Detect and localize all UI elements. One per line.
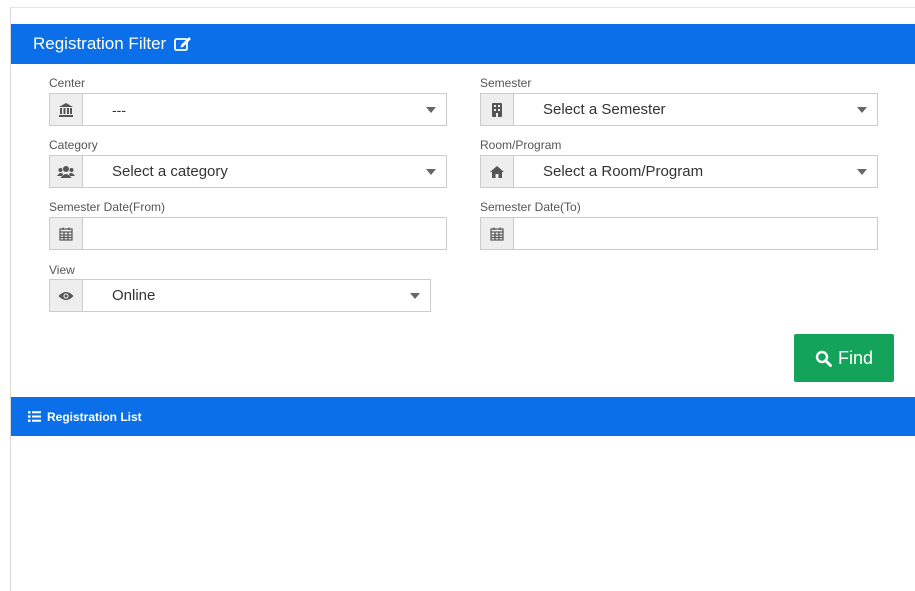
find-button[interactable]: Find <box>794 334 894 382</box>
bank-icon <box>50 94 83 125</box>
building-icon <box>481 94 514 125</box>
center-value: --- <box>112 101 126 118</box>
semester-date-from-field[interactable] <box>49 217 447 250</box>
semester-date-to-field[interactable] <box>480 217 878 250</box>
center-select[interactable]: --- <box>49 93 447 126</box>
view-value: Online <box>112 287 156 304</box>
registration-list-header: Registration List <box>11 397 915 436</box>
semester-date-from-value <box>83 218 446 249</box>
category-label: Category <box>49 138 98 152</box>
room-program-label: Room/Program <box>480 138 562 152</box>
semester-label: Semester <box>480 76 532 90</box>
semester-date-from-label: Semester Date(From) <box>49 200 166 214</box>
category-value: Select a category <box>112 163 228 180</box>
chevron-down-icon[interactable] <box>399 280 430 311</box>
registration-list-body <box>11 436 915 591</box>
chevron-down-icon[interactable] <box>415 94 446 125</box>
semester-select[interactable]: Select a Semester <box>480 93 878 126</box>
view-label: View <box>49 263 75 277</box>
semester-value: Select a Semester <box>543 101 666 118</box>
search-icon <box>815 350 832 367</box>
room-program-value: Select a Room/Program <box>543 163 704 180</box>
users-icon <box>50 156 83 187</box>
top-divider <box>10 7 915 8</box>
semester-date-to-value <box>514 218 877 249</box>
chevron-down-icon[interactable] <box>846 156 877 187</box>
list-icon <box>28 411 41 422</box>
calendar-icon <box>481 218 514 249</box>
home-icon <box>481 156 514 187</box>
chevron-down-icon[interactable] <box>415 156 446 187</box>
filter-panel-header: Registration Filter <box>11 24 915 64</box>
chevron-down-icon[interactable] <box>846 94 877 125</box>
category-select[interactable]: Select a category <box>49 155 447 188</box>
room-program-select[interactable]: Select a Room/Program <box>480 155 878 188</box>
edit-icon <box>174 36 192 52</box>
find-button-label: Find <box>837 347 873 368</box>
calendar-icon <box>50 218 83 249</box>
semester-date-to-label: Semester Date(To) <box>480 200 581 214</box>
registration-list-title: Registration List <box>47 409 142 424</box>
eye-icon <box>50 280 83 311</box>
view-select[interactable]: Online <box>49 279 431 312</box>
center-label: Center <box>49 76 86 90</box>
filter-form: Center --- Semester Select a Semester Ca… <box>11 64 915 396</box>
filter-panel-title: Registration Filter <box>33 34 167 53</box>
